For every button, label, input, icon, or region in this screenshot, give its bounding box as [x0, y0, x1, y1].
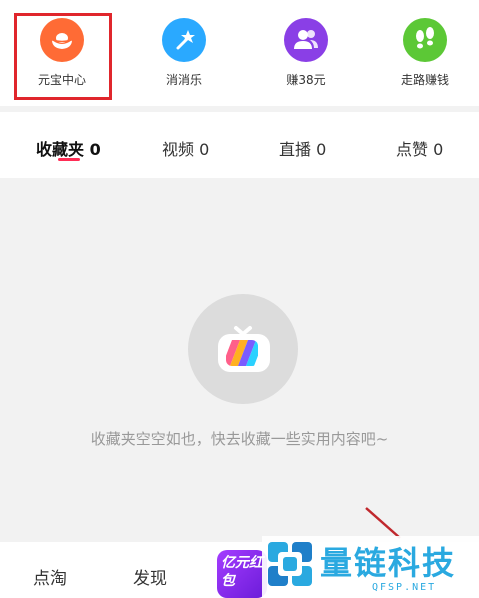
shortcut-earn-38[interactable]: 赚38元	[256, 18, 356, 94]
watermark-text: 量链科技	[320, 544, 457, 582]
watermark: 量链科技 QFSP.NET	[262, 536, 479, 598]
shortcut-label: 消消乐	[165, 73, 202, 87]
shortcut-panel: 元宝中心 消消乐 赚38元 走路赚钱	[0, 0, 479, 106]
nav-diantao[interactable]: 点淘	[33, 564, 67, 589]
shortcut-walk-earn[interactable]: 走路赚钱	[375, 18, 475, 94]
watermark-url: QFSP.NET	[372, 582, 437, 593]
tab-likes[interactable]: 点赞 0	[396, 136, 443, 160]
empty-message: 收藏夹空空如也，快去收藏一些实用内容吧~	[90, 430, 389, 448]
tab-videos[interactable]: 视频 0	[162, 136, 209, 160]
highlight-box	[14, 13, 112, 100]
collection-tabs: 收藏夹 0 视频 0 直播 0 点赞 0	[0, 112, 479, 178]
tv-icon	[188, 294, 298, 404]
tab-live[interactable]: 直播 0	[279, 136, 326, 160]
nav-discover[interactable]: 发现	[133, 564, 167, 589]
shortcut-label: 赚38元	[286, 73, 326, 87]
tab-favorites[interactable]: 收藏夹 0	[36, 136, 101, 160]
active-tab-indicator	[58, 158, 80, 161]
footprints-icon	[403, 18, 447, 62]
red-packet-button[interactable]: 亿元红包	[217, 550, 267, 598]
shortcut-xiaoxiaole[interactable]: 消消乐	[134, 18, 234, 94]
magic-wand-icon	[162, 18, 206, 62]
watermark-logo-icon	[268, 542, 312, 586]
red-packet-label: 亿元红包	[221, 555, 263, 589]
shortcut-label: 走路赚钱	[400, 73, 449, 87]
empty-state: 收藏夹空空如也，快去收藏一些实用内容吧~	[0, 178, 479, 542]
user-group-icon	[284, 18, 328, 62]
